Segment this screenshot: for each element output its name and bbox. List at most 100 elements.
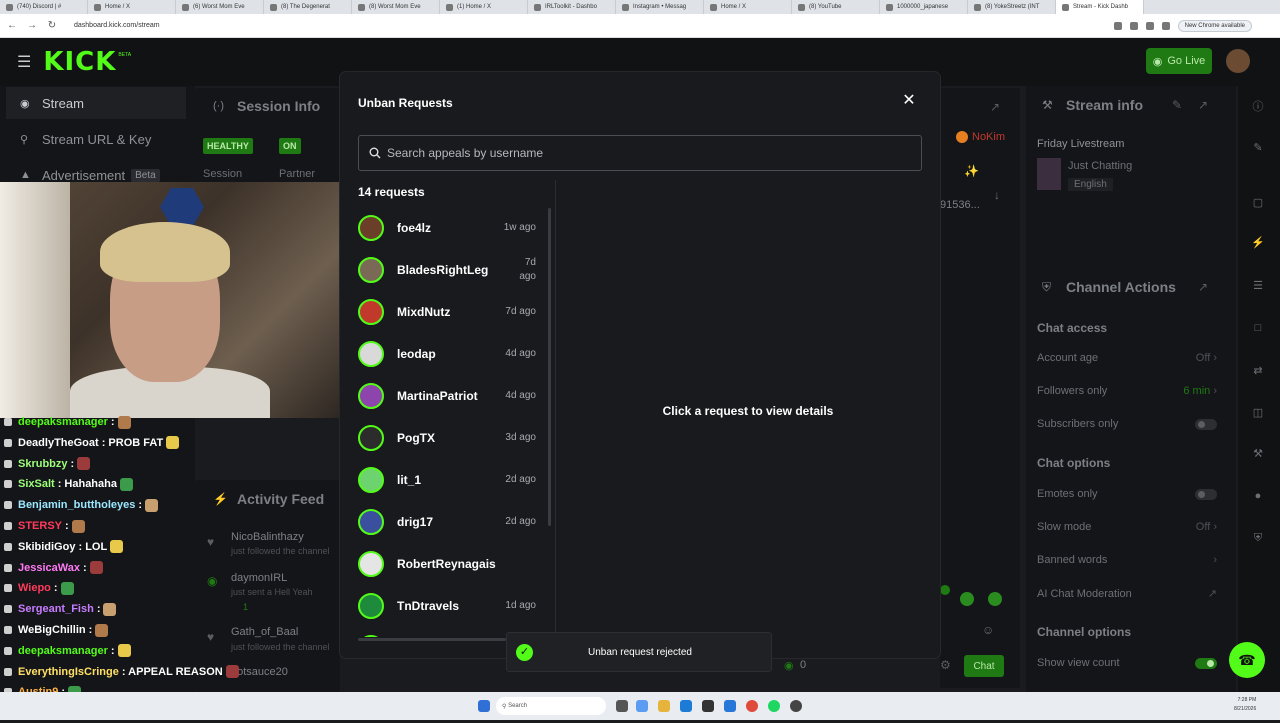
chat-message: : xyxy=(110,644,115,657)
edit-icon[interactable]: ✎ xyxy=(1172,98,1182,112)
chrome-icon[interactable] xyxy=(746,700,758,712)
browser-tab[interactable]: Home / X xyxy=(704,0,792,14)
banned-words-row[interactable]: Banned words › xyxy=(1037,554,1217,566)
browser-tab[interactable]: (1) Home / X xyxy=(440,0,528,14)
app-icon[interactable] xyxy=(724,700,736,712)
file-explorer-icon[interactable] xyxy=(658,700,670,712)
windows-start-icon[interactable] xyxy=(478,700,490,712)
unban-request-item[interactable]: RobertReynagaisJagerRob xyxy=(358,543,536,585)
chat-badge-icon xyxy=(4,418,12,426)
close-button[interactable]: ✕ xyxy=(900,92,918,110)
search-field[interactable] xyxy=(358,135,922,171)
back-icon[interactable]: ← xyxy=(4,20,20,31)
zoom-icon[interactable] xyxy=(1113,21,1122,30)
layout-icon[interactable]: ▢ xyxy=(1250,196,1266,212)
search-icon: ⚲ xyxy=(502,703,507,710)
emote-icon xyxy=(960,592,974,606)
unban-request-item[interactable]: lit_1 2d ago xyxy=(358,459,536,501)
copilot-icon[interactable] xyxy=(636,700,648,712)
unban-request-item[interactable]: BladesRightLeg 7d ago xyxy=(358,249,536,291)
emoji-icon[interactable]: ☺ xyxy=(982,623,994,637)
avatar xyxy=(358,635,384,637)
popout-icon[interactable]: ↗ xyxy=(990,100,1000,114)
pencil-icon[interactable]: ✎ xyxy=(1250,141,1266,157)
unban-request-item[interactable]: MixdNutz 7d ago xyxy=(358,291,536,333)
browser-tab[interactable]: 1000000_japanese xyxy=(880,0,968,14)
bookmark-star-icon[interactable] xyxy=(1129,21,1138,30)
users-icon[interactable]: ● xyxy=(1250,490,1266,506)
popout-icon[interactable]: ↗ xyxy=(1198,98,1208,112)
slow-mode-row[interactable]: Slow mode Off › xyxy=(1037,521,1217,533)
horizontal-scrollbar[interactable] xyxy=(358,638,506,641)
lightning-icon[interactable]: ⚡ xyxy=(1250,236,1266,252)
browser-tab[interactable]: (8) The Degenerat xyxy=(264,0,352,14)
browser-tab[interactable]: (740) Discord | # xyxy=(0,0,88,14)
browser-tab-label: (8) The Degenerat xyxy=(281,4,330,10)
browser-tab[interactable]: Home / X xyxy=(88,0,176,14)
chat-username: EverythingIsCringe xyxy=(18,665,119,678)
popout-icon[interactable]: ↗ xyxy=(1198,280,1208,294)
followers-only-row[interactable]: Followers only 6 min › xyxy=(1037,385,1217,397)
task-view-icon[interactable] xyxy=(616,700,628,712)
browser-tab[interactable]: Instagram • Messag xyxy=(616,0,704,14)
chat-badge-icon xyxy=(4,584,12,593)
info-icon[interactable]: ⓘ xyxy=(1250,98,1266,114)
unban-request-item[interactable]: MartinaPatriot 4d ago xyxy=(358,375,536,417)
menu-icon[interactable]: ☰ xyxy=(17,52,31,72)
chat-send-button[interactable]: Chat xyxy=(964,655,1004,677)
chrome-update-button[interactable]: New Chrome available xyxy=(1177,19,1252,32)
go-live-button[interactable]: ◉ Go Live xyxy=(1146,48,1212,74)
wrench-icon[interactable]: ⚒ xyxy=(1250,447,1266,463)
forward-icon[interactable]: → xyxy=(24,20,40,31)
chat-icon[interactable]: □ xyxy=(1250,322,1266,338)
session-icon[interactable]: ⇄ xyxy=(1250,364,1266,380)
emotes-only-toggle[interactable] xyxy=(1195,488,1217,500)
list-icon[interactable]: ☰ xyxy=(1250,279,1266,295)
browser-tab[interactable]: (6) Worst Mom Eve xyxy=(176,0,264,14)
profile-avatar[interactable] xyxy=(1226,49,1250,73)
browser-tab[interactable]: IRLToolkit - Dashbo xyxy=(528,0,616,14)
headset-support-button[interactable]: ☎ xyxy=(1229,642,1265,678)
browser-tab[interactable]: (8) Worst Mom Eve xyxy=(352,0,440,14)
sidebar-item-label: Stream xyxy=(42,95,84,111)
subscribers-only-toggle[interactable] xyxy=(1195,418,1217,430)
ai-chat-moderation-row[interactable]: AI Chat Moderation ↗ xyxy=(1037,587,1217,601)
reload-icon[interactable]: ↻ xyxy=(44,20,60,31)
shield-icon[interactable]: ⛨ xyxy=(1250,532,1266,548)
chat-username: SkibidiGoy xyxy=(18,540,76,553)
unban-request-item[interactable]: TnDtravels 1d ago xyxy=(358,585,536,627)
gear-icon[interactable]: ⚙ xyxy=(940,658,951,672)
pin-icon[interactable]: ✨ xyxy=(964,164,979,178)
sidebar-item-stream[interactable]: ◉ Stream xyxy=(6,87,186,119)
unban-request-item[interactable]: leodap 4d ago xyxy=(358,333,536,375)
database-icon[interactable]: ◫ xyxy=(1250,406,1266,422)
extension-icon[interactable] xyxy=(1145,21,1154,30)
avatar xyxy=(358,215,384,241)
unban-request-item[interactable]: PogTX 3d ago xyxy=(358,417,536,459)
show-view-count-toggle[interactable] xyxy=(1195,657,1217,669)
sidebar-item-label: Advertisement xyxy=(42,167,126,183)
extension-icon[interactable] xyxy=(1161,21,1170,30)
browser-tab[interactable]: Stream - Kick Dashb xyxy=(1056,0,1144,14)
chat-badge-icon xyxy=(4,438,12,447)
unban-request-item[interactable]: drig17 2d ago xyxy=(358,501,536,543)
spotify-icon[interactable] xyxy=(768,700,780,712)
arrow-down-icon[interactable]: ↓ xyxy=(994,188,1000,202)
store-icon[interactable] xyxy=(702,700,714,712)
kick-logo[interactable]: KICK xyxy=(43,47,116,77)
browser-tab[interactable]: (8) YouTube xyxy=(792,0,880,14)
chat-username: WeBigChillin xyxy=(18,624,86,636)
edge-icon[interactable] xyxy=(680,700,692,712)
sidebar-item-stream-url-key[interactable]: ⚲ Stream URL & Key xyxy=(6,123,186,155)
avatar xyxy=(358,257,384,283)
request-list-scrollbar[interactable] xyxy=(548,208,551,526)
taskbar-clock[interactable]: 7:28 PM 8/21/2026 xyxy=(1234,696,1256,714)
obs-icon[interactable] xyxy=(790,700,802,712)
account-age-row[interactable]: Account age Off › xyxy=(1037,352,1217,364)
unban-request-item[interactable]: foe4lz 1w ago xyxy=(358,207,536,249)
taskbar-search[interactable]: ⚲ Search xyxy=(496,697,606,715)
browser-tab[interactable]: (8) YokeStreetz (INT xyxy=(968,0,1056,14)
search-input[interactable] xyxy=(387,146,887,160)
address-bar[interactable]: dashboard.kick.com/stream xyxy=(74,22,1114,29)
row-label: Subscribers only xyxy=(1037,418,1119,430)
